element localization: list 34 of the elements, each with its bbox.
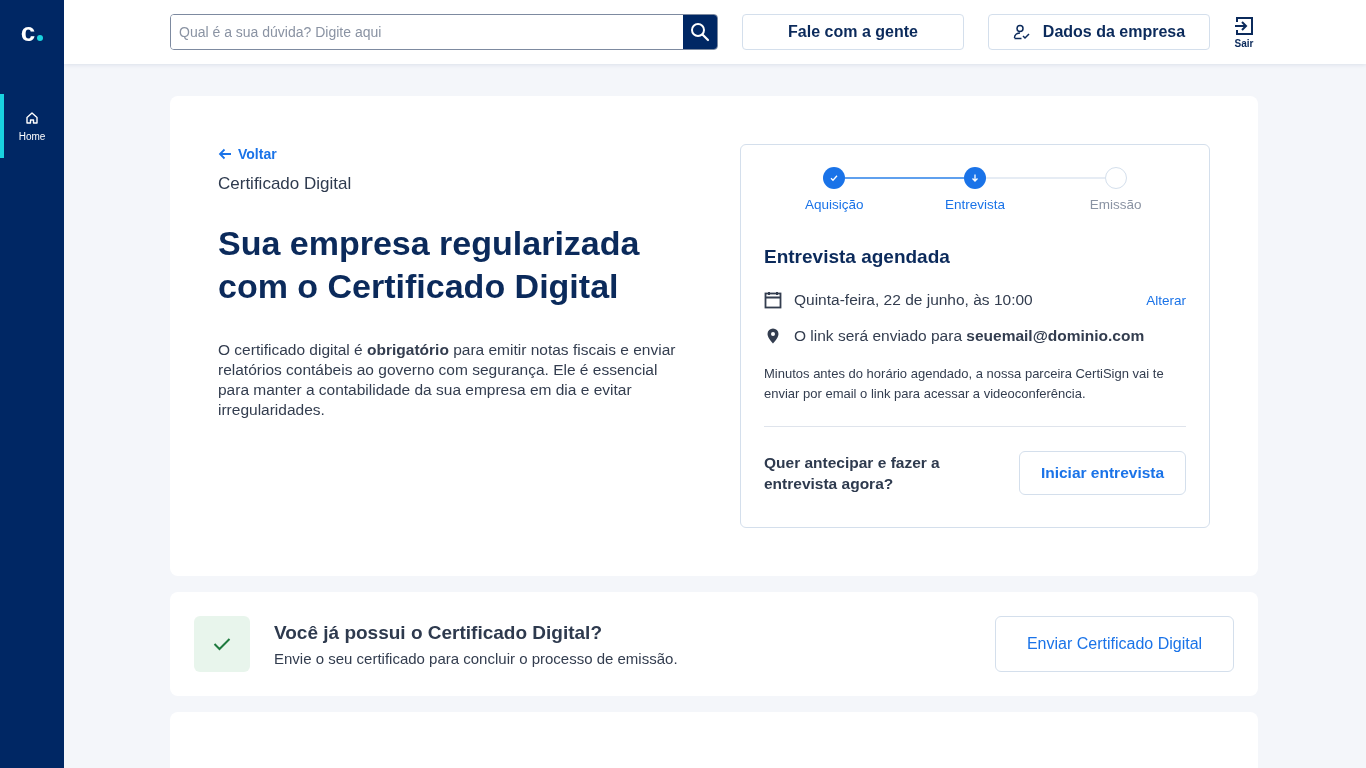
info-text: Minutos antes do horário agendado, a nossa parceira CertiSign vai te enviar por email o link para acessar a videoconferência. (764, 365, 1165, 403)
interview-date: Quinta-feira, 22 de junho, às 10:00 (794, 291, 1034, 309)
search-field[interactable]: Qual é a sua dúvida? Digite aqui (170, 14, 718, 50)
section-label: Certificado Digital (218, 174, 353, 194)
description: O certificado digital é obrigatório para emitir notas fiscais e enviar relatórios contábeis ao governo com segurança. Ele é essencial para manter a contabilidade da sua empresa em dia e evitar irregularidades. (218, 340, 677, 420)
step-label: Entrevista (944, 197, 1005, 212)
logo-dot (37, 35, 44, 41)
logout-icon (1234, 15, 1254, 36)
arrow-left-icon (218, 148, 232, 160)
change-link[interactable]: Alterar (1146, 292, 1186, 308)
step-label: Emissão (1089, 197, 1142, 212)
header-button[interactable]: Dados da empresa (988, 14, 1210, 50)
card-subtitle: Envie o seu certificado para concluir o processo de emissão. (274, 649, 679, 667)
email-notice: O link será enviado para seuemail@dominio.com (794, 327, 1146, 345)
logo-letter: c (20, 19, 36, 45)
upload-certificate-button[interactable]: Enviar Certificado Digital (995, 616, 1234, 672)
logout-button[interactable]: Sair (1234, 15, 1254, 49)
step-label: Aquisição (805, 197, 864, 212)
check-icon (213, 637, 231, 651)
arrow-down-icon (970, 173, 980, 183)
start-interview-button[interactable]: Iniciar entrevista (1019, 451, 1186, 495)
back-link[interactable]: Voltar (218, 146, 277, 162)
page-title: Sua empresa regularizada com o Certificado Digital (218, 223, 641, 307)
prompt-text: Quer antecipar e fazer a entrevista agora? (764, 453, 941, 494)
calendar-icon (764, 291, 782, 309)
search-button[interactable] (683, 15, 717, 49)
header-button[interactable]: Fale com a gente (742, 14, 964, 50)
panel-title: Entrevista agendada (764, 246, 951, 268)
check-icon (829, 173, 840, 183)
user-check-icon (1012, 24, 1031, 40)
search-icon (690, 22, 710, 42)
sidebar-item[interactable]: Home (0, 94, 64, 158)
card-title: Você já possui o Certificado Digital? (274, 621, 603, 644)
home-icon (25, 110, 39, 125)
